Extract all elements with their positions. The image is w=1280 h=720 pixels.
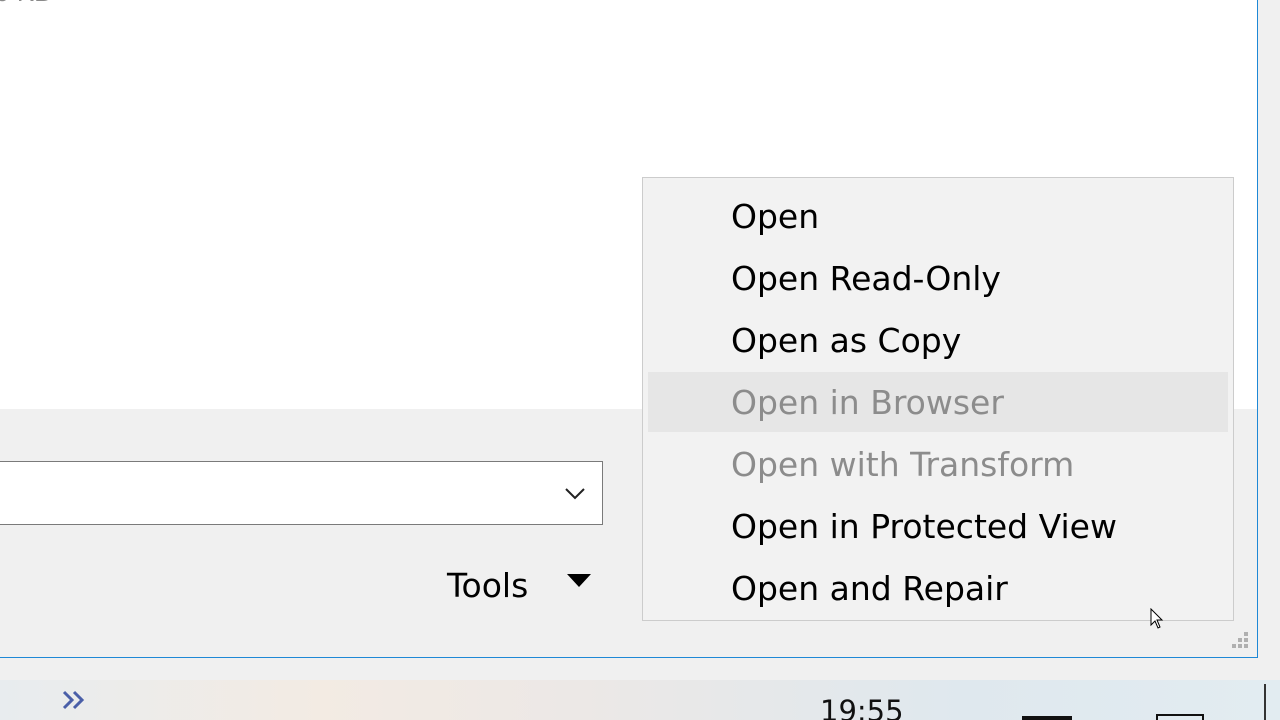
menu-item-open-and-repair[interactable]: Open and Repair — [648, 558, 1228, 618]
taskbar-clock[interactable]: 19:55 — [820, 694, 904, 720]
open-options-menu: Open Open Read-Only Open as Copy Open in… — [642, 177, 1234, 621]
menu-item-label: Open as Copy — [731, 320, 962, 360]
menu-item-open[interactable]: Open — [648, 186, 1228, 246]
menu-item-open-in-browser[interactable]: Open in Browser — [648, 372, 1228, 432]
taskbar — [0, 680, 1280, 720]
menu-item-open-in-protected-view[interactable]: Open in Protected View — [648, 496, 1228, 556]
menu-item-open-read-only[interactable]: Open Read-Only — [648, 248, 1228, 308]
tray-keyboard-icon[interactable] — [1022, 716, 1072, 720]
tools-button[interactable]: Tools — [435, 557, 605, 613]
menu-item-label: Open in Browser — [731, 382, 1004, 422]
menu-item-open-with-transform[interactable]: Open with Transform — [648, 434, 1228, 494]
menu-item-label: Open and Repair — [731, 568, 1008, 608]
menu-item-label: Open in Protected View — [731, 506, 1117, 546]
menu-item-open-as-copy[interactable]: Open as Copy — [648, 310, 1228, 370]
screen: ,120 KB Tools Open Open Read-Only — [0, 0, 1280, 720]
resize-grip-icon[interactable] — [1226, 630, 1252, 656]
menu-item-label: Open with Transform — [731, 444, 1075, 484]
show-desktop-edge[interactable] — [1264, 684, 1266, 720]
chevrons-right-icon[interactable] — [60, 688, 90, 712]
tools-label: Tools — [447, 565, 529, 605]
menu-item-label: Open Read-Only — [731, 258, 1001, 298]
chevron-down-icon — [565, 488, 585, 500]
file-type-dropdown[interactable] — [0, 461, 603, 525]
tray-notification-icon[interactable] — [1156, 714, 1204, 720]
file-size-text: ,120 KB — [0, 0, 52, 8]
menu-item-label: Open — [731, 196, 820, 236]
dropdown-triangle-icon — [567, 574, 591, 587]
mouse-cursor-icon — [1150, 608, 1164, 629]
